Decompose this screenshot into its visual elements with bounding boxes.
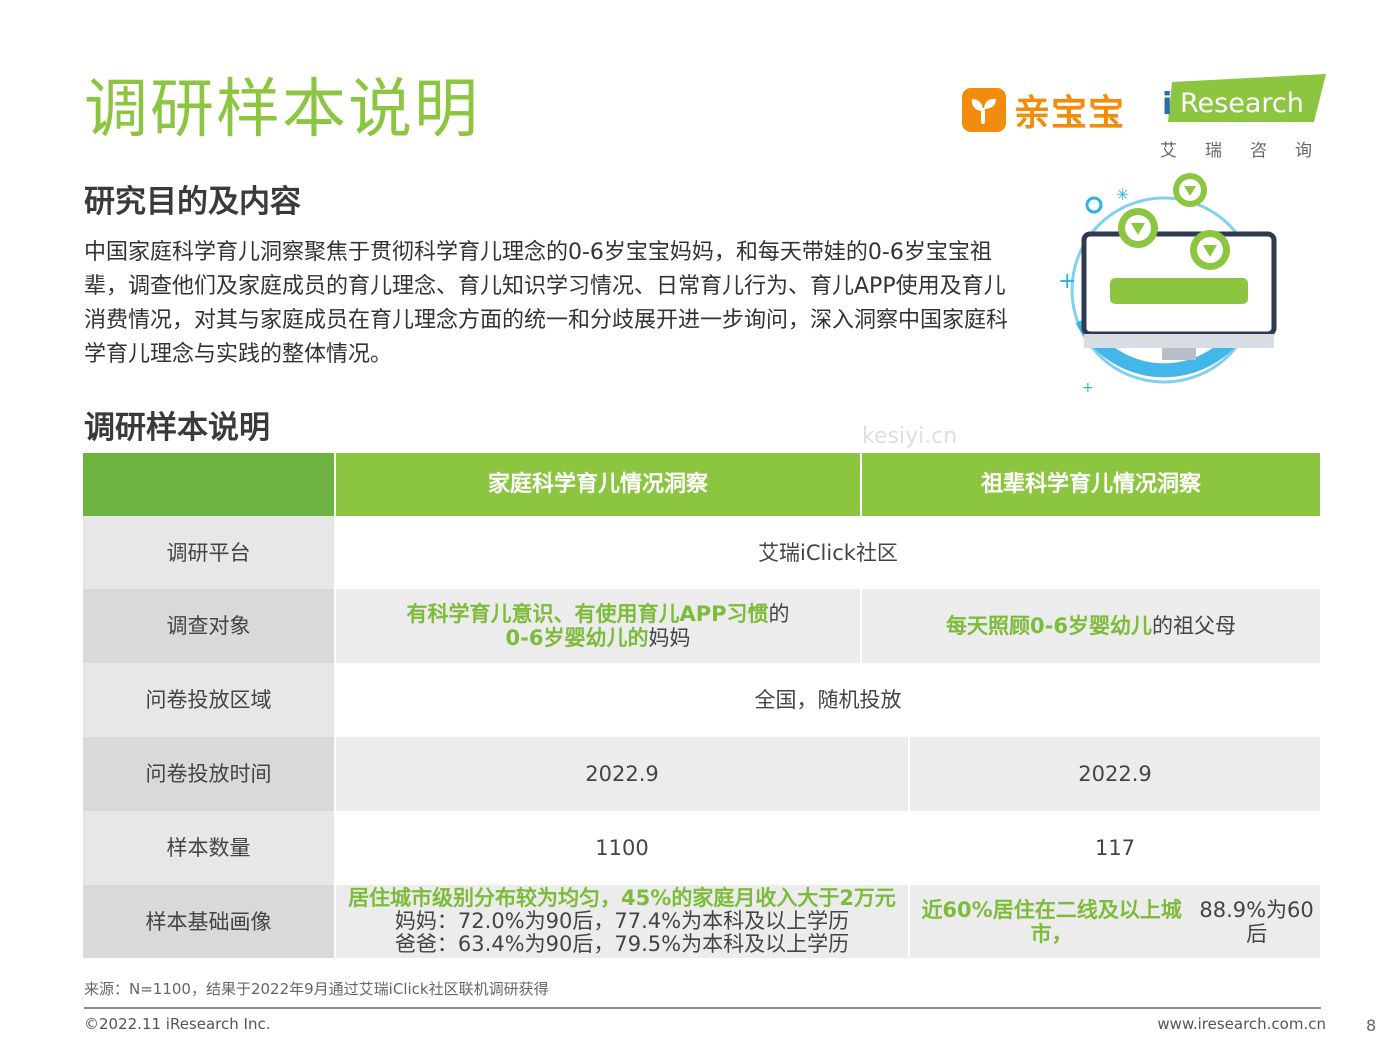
svg-text:i: i bbox=[1162, 87, 1172, 122]
row-label: 调查对象 bbox=[83, 589, 334, 663]
target-grandparents: 每天照顾0-6岁婴幼儿 的祖父母 bbox=[862, 589, 1320, 663]
svg-text:✳: ✳ bbox=[1116, 185, 1129, 204]
profile-grandparents-text: 88.9%为60后 bbox=[1199, 897, 1314, 946]
page-title: 调研样本说明 bbox=[84, 73, 480, 147]
section-heading-purpose: 研究目的及内容 bbox=[84, 184, 301, 220]
time-family: 2022.9 bbox=[336, 737, 908, 811]
count-family: 1100 bbox=[336, 811, 908, 885]
source-note: 来源：N=1100，结果于2022年9月通过艾瑞iClick社区联机调研获得 bbox=[84, 980, 549, 998]
row-label: 调研平台 bbox=[83, 516, 334, 589]
section-heading-sample: 调研样本说明 bbox=[84, 410, 270, 446]
svg-text:+: + bbox=[1058, 269, 1076, 294]
profile-family-father: 爸爸：63.4%为90后，79.5%为本科及以上学历 bbox=[394, 932, 850, 956]
target-grandparents-text: 的祖父母 bbox=[1151, 614, 1236, 638]
header-grandparents: 祖辈科学育儿情况洞察 bbox=[862, 453, 1320, 516]
target-family-highlight: 0-6岁婴幼儿的 bbox=[505, 626, 649, 650]
target-family-highlight: 有科学育儿意识、有使用育儿APP习惯 bbox=[406, 602, 769, 626]
target-family-text: 的 bbox=[768, 602, 790, 626]
profile-family-highlight: 居住城市级别分布较为均匀，45%的家庭月收入大于2万元 bbox=[348, 886, 896, 910]
target-grandparents-highlight: 每天照顾0-6岁婴幼儿 bbox=[946, 614, 1152, 638]
platform-value: 艾瑞iClick社区 bbox=[336, 516, 1320, 589]
row-label: 问卷投放区域 bbox=[83, 663, 334, 737]
svg-text:+: + bbox=[1082, 380, 1094, 396]
header-corner bbox=[83, 453, 334, 516]
computer-download-illustration: + + ✳ bbox=[1058, 173, 1277, 396]
page-number: 8 bbox=[1366, 1016, 1377, 1035]
copyright: ©2022.11 iResearch Inc. bbox=[84, 1015, 271, 1033]
row-label: 样本数量 bbox=[83, 811, 334, 885]
sprout-icon bbox=[962, 88, 1006, 132]
table-row-target: 调查对象 有科学育儿意识、有使用育儿APP习惯的 0-6岁婴幼儿的妈妈 每天照顾… bbox=[83, 589, 1320, 663]
qinbaobao-name: 亲宝宝 bbox=[1014, 93, 1126, 134]
time-grandparents: 2022.9 bbox=[910, 737, 1320, 811]
target-family-text: 妈妈 bbox=[648, 626, 691, 650]
row-label: 样本基础画像 bbox=[83, 885, 334, 958]
profile-grandparents-highlight: 近60%居住在二线及以上城市， bbox=[921, 897, 1182, 946]
header-family: 家庭科学育儿情况洞察 bbox=[336, 453, 860, 516]
row-label: 问卷投放时间 bbox=[83, 737, 334, 811]
profile-grandparents: 近60%居住在二线及以上城市， 88.9%为60后 bbox=[910, 885, 1320, 958]
region-value: 全国，随机投放 bbox=[336, 663, 1320, 737]
iresearch-cn: 艾瑞咨询 bbox=[1160, 141, 1340, 161]
qinbaobao-logo: 亲宝宝 bbox=[962, 84, 1125, 136]
table-row-platform: 调研平台 艾瑞iClick社区 bbox=[83, 516, 1320, 589]
footer-divider bbox=[84, 1007, 1321, 1009]
watermark: kesiyi.cn bbox=[862, 424, 958, 449]
table-row-profile: 样本基础画像 居住城市级别分布较为均匀，45%的家庭月收入大于2万元 妈妈：72… bbox=[83, 885, 1320, 958]
profile-family: 居住城市级别分布较为均匀，45%的家庭月收入大于2万元 妈妈：72.0%为90后… bbox=[336, 885, 908, 958]
website-link[interactable]: www.iresearch.com.cn bbox=[1157, 1015, 1326, 1033]
profile-family-mother: 妈妈：72.0%为90后，77.4%为本科及以上学历 bbox=[394, 909, 850, 933]
table-row-count: 样本数量 1100 117 bbox=[83, 811, 1320, 885]
iresearch-text: Research bbox=[1180, 88, 1304, 119]
count-grandparents: 117 bbox=[910, 811, 1320, 885]
purpose-paragraph: 中国家庭科学育儿洞察聚焦于贯彻科学育儿理念的0-6岁宝宝妈妈，和每天带娃的0-6… bbox=[84, 240, 1009, 367]
target-family: 有科学育儿意识、有使用育儿APP习惯的 0-6岁婴幼儿的妈妈 bbox=[336, 589, 860, 663]
table-header-row: 家庭科学育儿情况洞察 祖辈科学育儿情况洞察 bbox=[83, 453, 1320, 516]
table-row-time: 问卷投放时间 2022.9 2022.9 bbox=[83, 737, 1320, 811]
table-row-region: 问卷投放区域 全国，随机投放 bbox=[83, 663, 1320, 737]
iresearch-logo: i Research bbox=[1162, 74, 1326, 122]
